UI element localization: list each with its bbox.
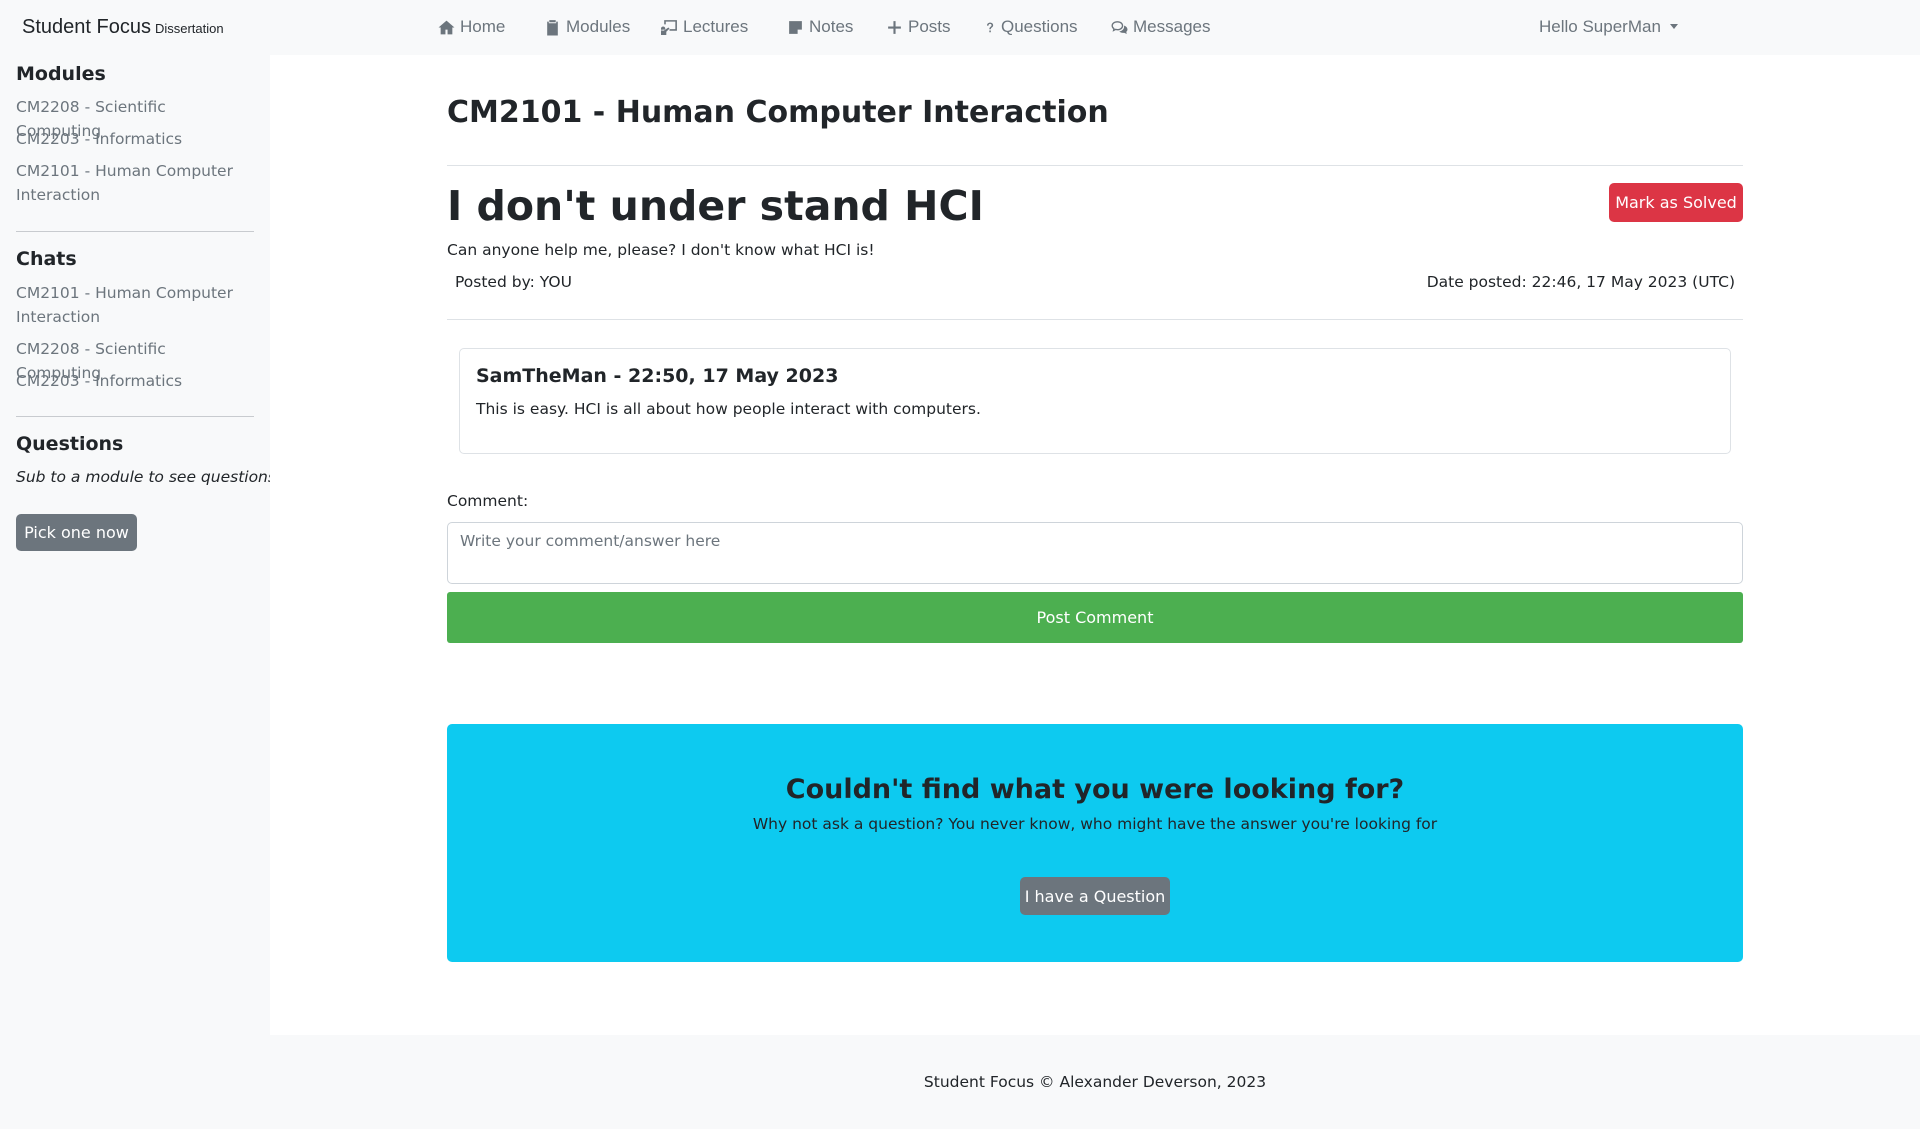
question-body: Can anyone help me, please? I don't know… [447,241,875,259]
nav-posts-label: Posts [908,17,951,36]
main-content: CM2101 - Human Computer Interaction I do… [270,55,1920,1035]
footer: Student Focus © Alexander Deverson, 2023 [270,1035,1920,1129]
note-icon [789,20,802,34]
comment-label: Comment: [447,492,529,510]
plus-icon [888,20,901,34]
comment-author: SamTheMan - 22:50, 17 May 2023 [476,365,839,387]
nav-messages-label: Messages [1133,17,1211,36]
nav-home-label: Home [460,17,506,36]
nav-posts[interactable]: Posts [886,17,951,37]
posted-by: Posted by: YOU [455,273,572,291]
sidebar-module-link[interactable]: CM2101 - Human Computer Interaction [16,159,254,207]
question-title: I don't under stand HCI [447,182,984,230]
nav-notes-label: Notes [809,17,854,36]
chevron-down-icon [1669,24,1678,29]
sidebar-questions-note: Sub to a module to see questions [16,468,276,486]
top-navbar: Student Focus Dissertation Home Modules L… [0,0,1920,55]
post-comment-button[interactable]: Post Comment [447,592,1743,643]
nav-questions[interactable]: Questions [984,17,1078,37]
nav-notes[interactable]: Notes [787,17,853,37]
sidebar-chat-link[interactable]: CM2101 - Human Computer Interaction [16,281,254,329]
user-greeting: Hello SuperMan [1539,17,1661,36]
banner-heading: Couldn't find what you were looking for? [785,774,1405,805]
nav-questions-label: Questions [1001,17,1078,36]
ask-question-button[interactable]: I have a Question [1020,877,1170,915]
sidebar-module-link[interactable]: CM2203 - Informatics [16,127,254,151]
brand[interactable]: Student Focus Dissertation [22,16,224,39]
module-title: CM2101 - Human Computer Interaction [447,95,1109,130]
user-menu-dropdown[interactable]: Hello SuperMan [1539,17,1678,37]
sidebar-chats-heading: Chats [16,248,77,270]
nav-lectures[interactable]: Lectures [661,17,748,37]
divider [16,416,254,417]
nav-messages[interactable]: Messages [1111,17,1210,37]
divider [447,165,1743,166]
sidebar-modules-heading: Modules [16,63,106,85]
divider [447,319,1743,320]
clipboard-icon [547,19,558,35]
nav-lectures-label: Lectures [683,17,749,36]
brand-subtitle: Dissertation [154,21,224,36]
banner-text: Why not ask a question? You never know, … [752,815,1438,833]
footer-text: Student Focus © Alexander Deverson, 2023 [923,1073,1267,1091]
divider [16,231,254,232]
date-posted: Date posted: 22:46, 17 May 2023 (UTC) [1426,273,1735,291]
mark-solved-button[interactable]: Mark as Solved [1609,183,1743,222]
nav-home[interactable]: Home [438,17,505,37]
sidebar-questions-heading: Questions [16,433,124,455]
brand-name[interactable]: Student Focus [22,16,151,38]
comment-text: This is easy. HCI is all about how peopl… [476,400,981,418]
lecture-icon [661,19,677,35]
sidebar-chat-link[interactable]: CM2203 - Informatics [16,369,254,393]
sidebar: Modules CM2208 - Scientific Computing CM… [0,55,276,1035]
home-icon [438,20,455,34]
nav-modules[interactable]: Modules [544,17,630,37]
chat-icon [1111,20,1128,34]
question-icon [987,22,994,32]
pick-module-button[interactable]: Pick one now [16,514,137,551]
ask-question-banner: Couldn't find what you were looking for?… [447,724,1743,962]
comment-card: SamTheMan - 22:50, 17 May 2023 This is e… [459,348,1731,454]
comment-textarea[interactable] [447,522,1743,584]
nav-modules-label: Modules [566,17,631,36]
